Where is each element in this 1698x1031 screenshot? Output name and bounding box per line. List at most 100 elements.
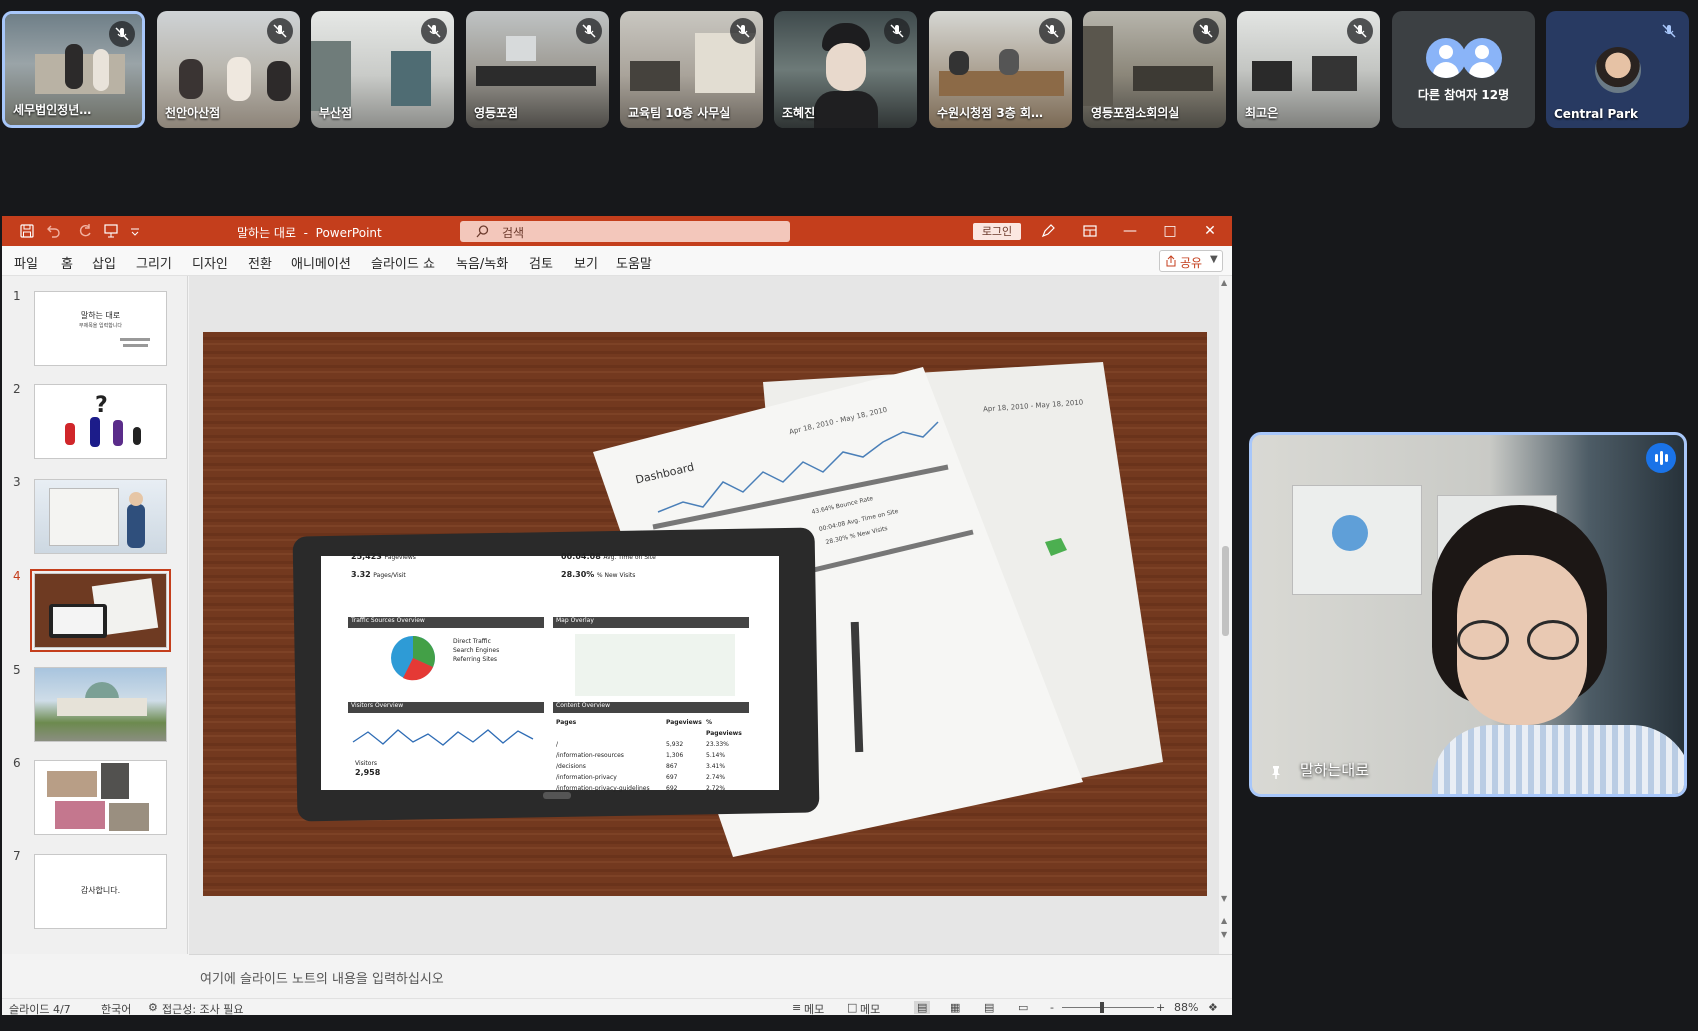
mic-off-icon bbox=[267, 18, 293, 44]
status-bar: 슬라이드 4/7 한국어 ⚙ 접근성: 조사 필요 ≡ 메모 □ 메모 ▤ ▦ … bbox=[2, 998, 1232, 1017]
redo-icon[interactable] bbox=[76, 223, 94, 239]
close-button[interactable]: ✕ bbox=[1200, 221, 1220, 241]
slide-thumbnail[interactable]: ? bbox=[34, 384, 167, 459]
tab-home[interactable]: 홈 bbox=[61, 253, 73, 272]
participant-tile[interactable]: Central Park bbox=[1546, 11, 1689, 128]
powerpoint-window: 말하는 대로 - PowerPoint 검색 로그인 — □ ✕ 파일 홈 삽입… bbox=[2, 216, 1232, 1017]
scrollbar-thumb[interactable] bbox=[1222, 546, 1229, 636]
tab-design[interactable]: 디자인 bbox=[192, 253, 228, 272]
next-slide-icon[interactable]: ▼ bbox=[1221, 930, 1227, 939]
slide-thumbnail[interactable] bbox=[34, 760, 167, 835]
slide-counter: 슬라이드 4/7 bbox=[9, 1003, 71, 1016]
current-slide[interactable]: 25,423 Pageviews 3.32 Pages/Visit 00:04:… bbox=[203, 332, 1207, 896]
pinned-speaker-tile[interactable]: 말하는대로 bbox=[1249, 432, 1687, 797]
thumbnail-title: 말하는 대로 bbox=[80, 311, 121, 320]
participant-tile[interactable]: 최고은 bbox=[1237, 11, 1380, 128]
tab-help[interactable]: 도움말 bbox=[616, 253, 652, 272]
mic-off-icon bbox=[730, 18, 756, 44]
content-table: Pages Pageviews% Pageviews /5,932 23.33% /… bbox=[556, 719, 742, 792]
participant-name: Central Park bbox=[1554, 107, 1638, 121]
present-icon[interactable] bbox=[102, 223, 120, 239]
share-button[interactable]: 공유 ▼ bbox=[1159, 250, 1223, 272]
tab-review[interactable]: 검토 bbox=[529, 253, 553, 272]
comments-button[interactable]: 메모 bbox=[860, 1001, 880, 1017]
participant-tile[interactable]: 수원시청점 3층 회… bbox=[929, 11, 1072, 128]
thumbnail-detail bbox=[120, 338, 150, 341]
tablet-panel-title: Traffic Sources Overview bbox=[351, 617, 425, 624]
slide-thumbnail[interactable]: 말하는 대로 부제목을 입력합니다 bbox=[34, 291, 167, 366]
tab-draw[interactable]: 그리기 bbox=[136, 253, 172, 272]
other-participants-tile[interactable]: 다른 참여자 12명 bbox=[1392, 11, 1535, 128]
reading-view-icon[interactable]: ▤ bbox=[984, 1001, 994, 1014]
participant-name: 천안아산점 bbox=[165, 106, 221, 120]
comments-icon[interactable]: □ bbox=[847, 1001, 857, 1014]
tablet-panel-title: Content Overview bbox=[556, 702, 611, 709]
zoom-slider-thumb[interactable] bbox=[1100, 1002, 1104, 1013]
tablet-panel-title: Visitors Overview bbox=[351, 702, 404, 709]
slide-number: 4 bbox=[13, 569, 21, 583]
participant-tile[interactable]: 영등포점소회의실 bbox=[1083, 11, 1226, 128]
avatar bbox=[1462, 38, 1502, 78]
tab-file[interactable]: 파일 bbox=[14, 253, 38, 272]
scroll-down-icon[interactable]: ▼ bbox=[1221, 894, 1227, 903]
vertical-scrollbar[interactable]: ▲ ▼ ▲ ▼ bbox=[1219, 276, 1232, 954]
ribbon-tabs: 파일 홈 삽입 그리기 디자인 전환 애니메이션 슬라이드 쇼 녹음/녹화 검토… bbox=[2, 246, 1232, 276]
previous-slide-icon[interactable]: ▲ bbox=[1221, 916, 1227, 925]
participant-tile[interactable]: 영등포점 bbox=[466, 11, 609, 128]
tab-insert[interactable]: 삽입 bbox=[92, 253, 116, 272]
zoom-level[interactable]: 88% bbox=[1174, 1001, 1198, 1014]
normal-view-icon[interactable]: ▤ bbox=[914, 1001, 931, 1014]
maximize-button[interactable]: □ bbox=[1160, 221, 1180, 241]
tab-record[interactable]: 녹음/녹화 bbox=[456, 253, 508, 272]
zoom-out-button[interactable]: - bbox=[1050, 1001, 1054, 1014]
pen-icon[interactable] bbox=[1040, 223, 1056, 239]
undo-icon[interactable] bbox=[44, 223, 62, 239]
participant-name: 최고은 bbox=[1245, 106, 1279, 120]
fit-slide-icon[interactable]: ❖ bbox=[1208, 1001, 1218, 1014]
document-title: 말하는 대로 - PowerPoint bbox=[237, 226, 382, 240]
tablet-stat: 00:04:08 Avg. Time on Site bbox=[561, 552, 656, 561]
slide-thumbnail[interactable]: 감사합니다. bbox=[34, 854, 167, 929]
participant-tile[interactable]: 부산점 bbox=[311, 11, 454, 128]
slide-number: 6 bbox=[13, 756, 21, 770]
notes-icon[interactable]: ≡ bbox=[792, 1001, 801, 1014]
save-icon[interactable] bbox=[18, 223, 36, 239]
participant-tile[interactable]: 천안아산점 bbox=[157, 11, 300, 128]
search-input[interactable]: 검색 bbox=[460, 221, 790, 242]
participant-tile[interactable]: 세무법인정년… bbox=[2, 11, 145, 128]
mic-off-icon bbox=[1039, 18, 1065, 44]
participant-tile[interactable]: 교육팀 10층 사무실 bbox=[620, 11, 763, 128]
wall-diagram bbox=[1332, 515, 1368, 551]
tab-animations[interactable]: 애니메이션 bbox=[291, 253, 351, 272]
slideshow-view-icon[interactable]: ▭ bbox=[1018, 1001, 1028, 1014]
zoom-slider[interactable] bbox=[1062, 1007, 1154, 1008]
ribbon-display-icon[interactable] bbox=[1082, 223, 1098, 239]
slide-thumbnail-selected[interactable] bbox=[30, 569, 171, 652]
tab-transitions[interactable]: 전환 bbox=[248, 253, 272, 272]
notes-button[interactable]: 메모 bbox=[804, 1001, 824, 1017]
participant-name: 세무법인정년… bbox=[13, 103, 92, 117]
notes-placeholder: 여기에 슬라이드 노트의 내용을 입력하십시오 bbox=[200, 972, 444, 987]
slide-number: 3 bbox=[13, 475, 21, 489]
zoom-in-button[interactable]: + bbox=[1156, 1001, 1165, 1014]
slide-sorter-icon[interactable]: ▦ bbox=[950, 1001, 960, 1014]
login-button[interactable]: 로그인 bbox=[973, 223, 1021, 240]
customize-toolbar-icon[interactable] bbox=[130, 223, 140, 239]
shirt bbox=[1432, 725, 1684, 794]
tab-slideshow[interactable]: 슬라이드 쇼 bbox=[371, 253, 435, 272]
share-icon bbox=[1166, 255, 1176, 267]
slide-thumbnail[interactable] bbox=[34, 667, 167, 742]
slide-thumbnail[interactable] bbox=[34, 479, 167, 554]
minimize-button[interactable]: — bbox=[1120, 221, 1140, 241]
accessibility-status[interactable]: 접근성: 조사 필요 bbox=[162, 1001, 244, 1017]
building-figure bbox=[57, 698, 147, 716]
language-indicator[interactable]: 한국어 bbox=[101, 1001, 131, 1017]
tablet-screen-figure bbox=[53, 607, 103, 634]
pin-icon[interactable] bbox=[1268, 764, 1284, 780]
scroll-up-icon[interactable]: ▲ bbox=[1221, 278, 1227, 287]
slide-notes[interactable]: 여기에 슬라이드 노트의 내용을 입력하십시오 bbox=[189, 954, 1232, 998]
tab-view[interactable]: 보기 bbox=[574, 253, 598, 272]
participant-tile[interactable]: 조혜진 bbox=[774, 11, 917, 128]
mic-off-icon bbox=[1193, 18, 1219, 44]
accessibility-icon[interactable]: ⚙ bbox=[148, 1001, 158, 1014]
